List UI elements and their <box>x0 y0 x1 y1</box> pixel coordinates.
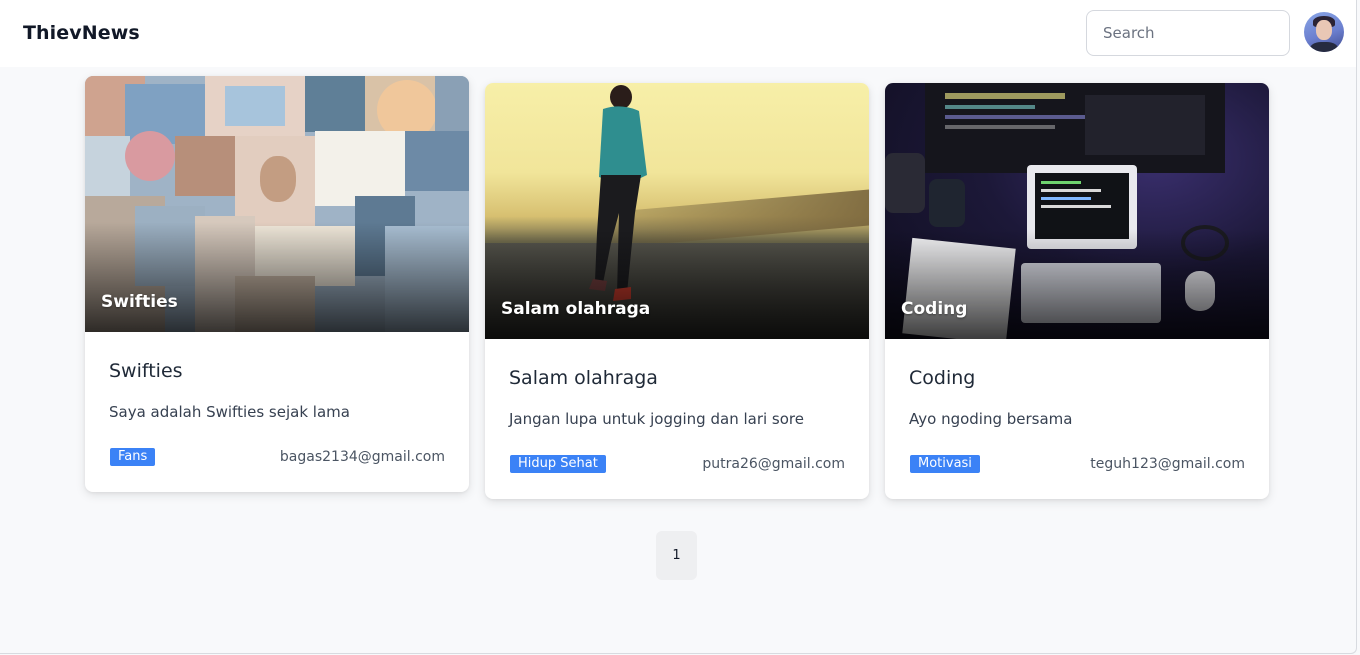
card-image[interactable]: Salam olahraga <box>485 83 869 339</box>
card-overlay-title: Coding <box>901 299 968 319</box>
top-navbar: ThievNews <box>0 0 1356 67</box>
news-card[interactable]: Swifties Swifties Saya adalah Swifties s… <box>85 76 469 492</box>
card-description: Jangan lupa untuk jogging dan lari sore <box>509 410 804 428</box>
brand-logo[interactable]: ThievNews <box>23 22 140 44</box>
card-description: Saya adalah Swifties sejak lama <box>109 403 350 421</box>
card-tag[interactable]: Hidup Sehat <box>510 455 606 473</box>
card-title[interactable]: Coding <box>909 367 975 389</box>
card-image[interactable]: Swifties <box>85 76 469 332</box>
avatar-shirt <box>1310 42 1338 52</box>
card-author-email: bagas2134@gmail.com <box>279 449 445 465</box>
card-author-email: teguh123@gmail.com <box>1090 456 1245 472</box>
app-window: ThievNews Search Swifties Swifties Saya … <box>0 0 1357 654</box>
image-shade <box>485 229 869 339</box>
card-body: Salam olahraga Jangan lupa untuk jogging… <box>485 339 869 499</box>
card-author-email: putra26@gmail.com <box>702 456 845 472</box>
avatar-face <box>1316 20 1332 40</box>
user-avatar[interactable] <box>1304 12 1344 52</box>
card-description: Ayo ngoding bersama <box>909 410 1073 428</box>
card-tag[interactable]: Fans <box>110 448 156 466</box>
image-shade <box>885 229 1269 339</box>
pagination-page-button[interactable]: 1 <box>656 531 697 580</box>
card-title[interactable]: Swifties <box>109 360 183 382</box>
news-card[interactable]: Salam olahraga Salam olahraga Jangan lup… <box>485 83 869 499</box>
card-body: Coding Ayo ngoding bersama Motivasi tegu… <box>885 339 1269 499</box>
card-title[interactable]: Salam olahraga <box>509 367 658 389</box>
search-input[interactable] <box>1086 10 1290 56</box>
card-tag[interactable]: Motivasi <box>910 455 980 473</box>
image-shade <box>85 222 469 332</box>
card-body: Swifties Saya adalah Swifties sejak lama… <box>85 332 469 492</box>
card-overlay-title: Salam olahraga <box>501 299 651 319</box>
card-overlay-title: Swifties <box>101 292 178 312</box>
card-image[interactable]: Coding <box>885 83 1269 339</box>
news-card[interactable]: Coding Coding Ayo ngoding bersama Motiva… <box>885 83 1269 499</box>
